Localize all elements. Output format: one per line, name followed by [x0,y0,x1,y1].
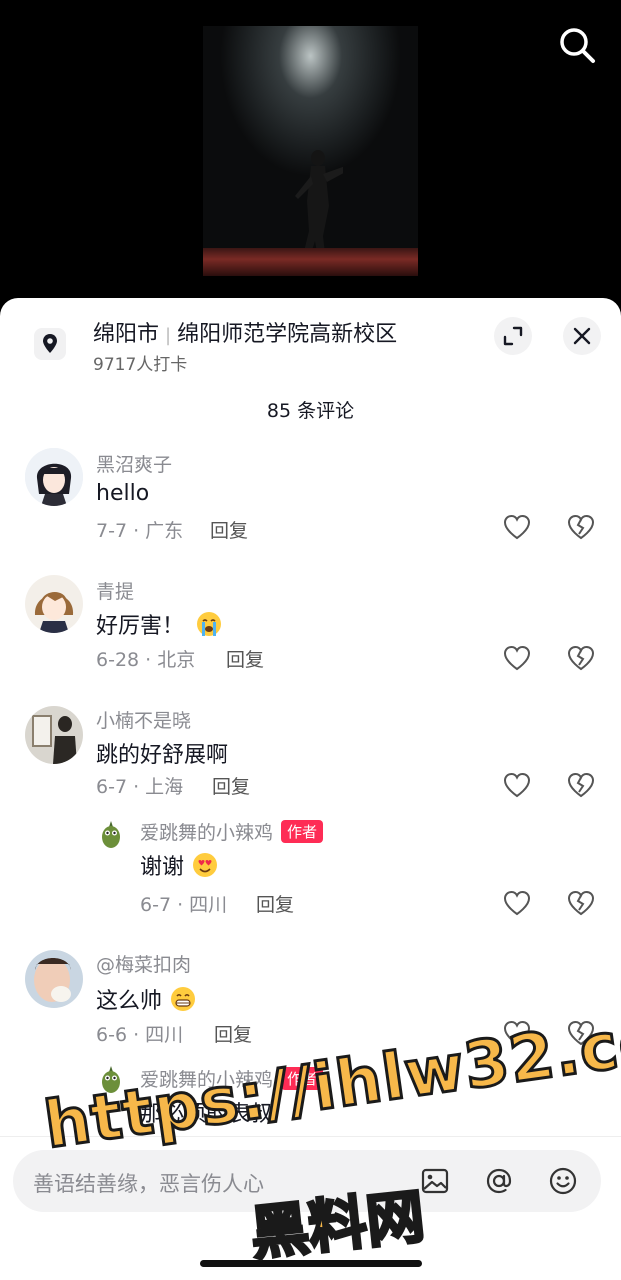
author-badge: 作者 [281,820,324,843]
loudly-crying-face-icon [197,612,222,636]
comment-username[interactable]: @梅菜扣肉 [96,950,191,977]
broken-heart-icon[interactable] [567,645,595,671]
emoji-icon[interactable] [547,1165,579,1197]
reply-username-row: 爱跳舞的小辣鸡 作者 [140,818,324,845]
broken-heart-icon[interactable] [567,514,595,540]
comment-item: @梅菜扣肉 这么帅 6-6 · 四川 回复 [0,950,621,1050]
comment-input-placeholder: 善语结善缘，恶言伤人心 [33,1172,264,1196]
author-badge: 作者 [281,1067,324,1090]
comment-text-row: 谢谢 [140,849,219,881]
broken-heart-icon[interactable] [567,890,595,916]
comment-username[interactable]: 青提 [96,577,134,604]
heart-icon[interactable] [503,890,531,916]
comment-text-row: 这么帅 [96,983,197,1015]
reply-button[interactable]: 回复 [210,516,248,543]
comment-meta: 6-7 · 四川 [140,894,228,916]
comment-input[interactable]: 善语结善缘，恶言伤人心 [13,1150,601,1212]
location-title[interactable]: 绵阳市 | 绵阳师范学院高新校区 [93,316,397,348]
avatar[interactable] [95,818,127,850]
expand-icon [503,326,523,346]
heart-icon[interactable] [503,514,531,540]
comment-text: 跳的好舒展啊 [96,743,229,768]
comment-text: 谢谢 [140,855,185,880]
avatar[interactable] [25,575,83,633]
comment-meta: 7-7 · 广东 [96,520,184,542]
comment-text: hello [96,481,150,506]
home-indicator[interactable] [200,1260,422,1267]
comments-sheet: 绵阳市 | 绵阳师范学院高新校区 9717人打卡 85 条评论 黑沼爽子 hello… [0,298,621,1280]
broken-heart-icon[interactable] [567,1020,595,1046]
location-separator: | [165,325,172,346]
location-pin-icon[interactable] [34,328,66,360]
reply-item: 爱跳舞的小辣鸡 作者 那必须的表叔 [0,1063,621,1133]
avatar[interactable] [25,448,83,506]
reply-button[interactable]: 回复 [212,772,250,799]
comment-item: 黑沼爽子 hello 7-7 · 广东 回复 [0,448,621,548]
location-place: 绵阳师范学院高新校区 [177,322,398,347]
avatar[interactable] [25,950,83,1008]
video-player[interactable] [0,0,621,320]
close-icon [573,327,591,345]
comment-meta: 6-7 · 上海 [96,776,184,798]
location-city: 绵阳市 [93,322,160,347]
heart-icon[interactable] [503,1020,531,1046]
search-icon[interactable] [555,24,599,68]
reply-username-row: 爱跳舞的小辣鸡 作者 [140,1065,324,1092]
comment-meta: 6-6 · 四川 [96,1024,184,1046]
reply-item: 爱跳舞的小辣鸡 作者 谢谢 6-7 · 四川 回复 [0,816,621,916]
comment-username[interactable]: 爱跳舞的小辣鸡 [140,822,273,844]
comment-text-row: 好厉害！ [96,608,223,640]
comment-text: 这么帅 [96,989,163,1014]
heart-icon[interactable] [503,645,531,671]
at-icon[interactable] [483,1165,515,1197]
image-icon[interactable] [419,1165,451,1197]
comment-item: 小楠不是晓 跳的好舒展啊 6-7 · 上海 回复 [0,706,621,806]
comment-count: 85 条评论 [266,400,355,422]
comment-text: 好厉害！ [96,614,185,639]
comment-item: 青提 好厉害！ 6-28 · 北京 回复 [0,575,621,675]
comment-username[interactable]: 小楠不是晓 [96,706,191,733]
heart-eyes-face-icon [193,853,218,877]
stage-floor [203,248,418,276]
avatar[interactable] [95,1063,127,1095]
comment-username[interactable]: 爱跳舞的小辣鸡 [140,1069,273,1091]
broken-heart-icon[interactable] [567,772,595,798]
reply-button[interactable]: 回复 [226,645,264,672]
divider [0,1136,621,1137]
reply-button[interactable]: 回复 [214,1020,252,1047]
comment-text: 那必须的表叔 [140,1102,273,1127]
comment-username[interactable]: 黑沼爽子 [96,450,172,477]
location-checkins: 9717人打卡 [93,355,188,375]
video-frame [203,26,418,276]
grinning-face-icon [171,987,196,1011]
avatar[interactable] [25,706,83,764]
heart-icon[interactable] [503,772,531,798]
expand-button[interactable] [494,317,532,355]
comment-meta: 6-28 · 北京 [96,649,196,671]
close-button[interactable] [563,317,601,355]
reply-button[interactable]: 回复 [256,890,294,917]
